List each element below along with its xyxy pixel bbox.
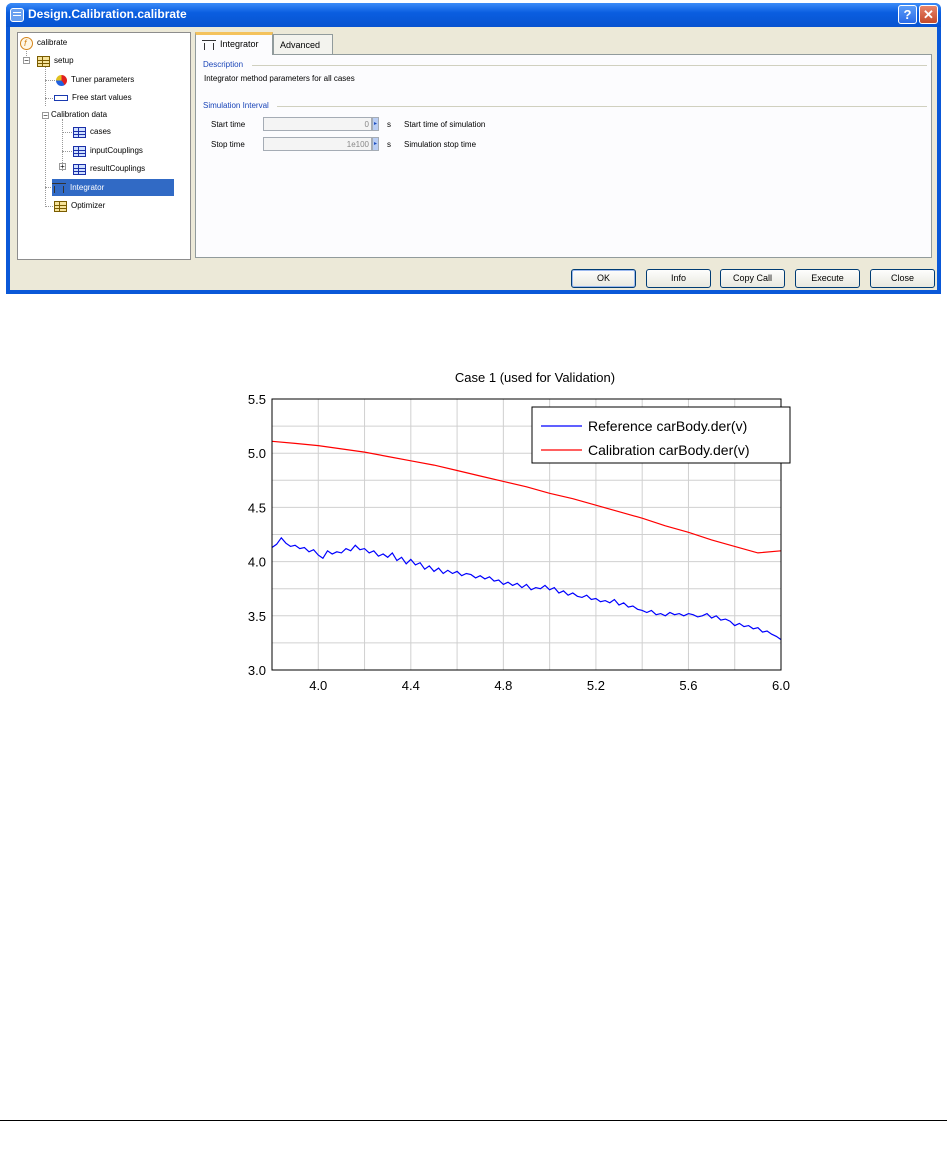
tree-item-calibration-data[interactable]: Calibration data xyxy=(49,108,109,122)
group-separator xyxy=(252,65,927,66)
chart-title: Case 1 (used for Validation) xyxy=(455,370,615,385)
ok-button[interactable]: OK xyxy=(571,269,636,288)
tree-item-label: calibrate xyxy=(37,38,68,47)
tree-item-label: setup xyxy=(54,56,74,65)
integrator-panel: Description Integrator method parameters… xyxy=(195,54,932,258)
tree-item-result-couplings[interactable]: resultCouplings xyxy=(73,162,147,176)
close-button[interactable]: Close xyxy=(870,269,935,288)
calibrate-dialog: Design.Calibration.calibrate ? ✕ calibra… xyxy=(6,3,941,294)
collapse-icon[interactable]: − xyxy=(42,112,49,120)
tree-item-setup[interactable]: setup xyxy=(37,54,76,68)
description-text: Integrator method parameters for all cas… xyxy=(204,74,355,83)
tree-item-label: resultCouplings xyxy=(90,164,146,173)
tab-advanced[interactable]: Advanced xyxy=(273,34,333,55)
y-tick-label: 5.5 xyxy=(248,392,266,407)
tree-item-label: Free start values xyxy=(72,93,132,102)
stop-time-input[interactable]: 1e100 xyxy=(263,137,372,151)
tree-item-label: inputCouplings xyxy=(90,146,143,155)
tab-integrator[interactable]: Integrator xyxy=(195,32,273,55)
tree-item-input-couplings[interactable]: inputCouplings xyxy=(73,144,145,158)
start-values-icon xyxy=(54,95,68,101)
tree-item-label: cases xyxy=(90,127,111,136)
start-time-input[interactable]: 0 xyxy=(263,117,372,131)
start-time-unit: s xyxy=(387,120,391,129)
validation-chart: Case 1 (used for Validation) 4.0 4.4 4.8 5.… xyxy=(225,365,795,705)
y-tick-label: 3.5 xyxy=(248,609,266,624)
stop-time-label: Stop time xyxy=(211,140,245,149)
y-tick-label: 5.0 xyxy=(248,446,266,461)
group-separator xyxy=(277,106,927,107)
stop-time-unit: s xyxy=(387,140,391,149)
dialog-client-area: calibrate − setup Tuner parameters Free … xyxy=(10,27,937,290)
x-tick-label: 4.4 xyxy=(402,678,420,693)
tree-line xyxy=(45,65,46,106)
table-icon xyxy=(73,145,86,157)
dialog-icon xyxy=(10,8,24,22)
tab-label: Integrator xyxy=(220,39,259,49)
execute-button[interactable]: Execute xyxy=(795,269,860,288)
expand-icon[interactable]: + xyxy=(59,163,66,171)
window-close-button[interactable]: ✕ xyxy=(919,5,938,24)
collapse-icon[interactable]: − xyxy=(23,57,30,65)
tree-item-label: Tuner parameters xyxy=(71,75,135,84)
chart-series xyxy=(271,440,782,641)
tree-item-cases[interactable]: cases xyxy=(73,125,113,139)
tuner-icon xyxy=(56,74,67,86)
tree-item-label: Calibration data xyxy=(51,110,108,119)
legend-label: Reference carBody.der(v) xyxy=(588,418,747,434)
tab-label: Advanced xyxy=(280,40,321,50)
record-icon xyxy=(54,200,67,212)
y-tick-label: 4.0 xyxy=(248,555,266,570)
start-time-menu-button[interactable]: ▸ xyxy=(372,117,379,131)
integrator-icon xyxy=(52,182,66,193)
x-tick-label: 5.2 xyxy=(587,678,605,693)
tree-item-label: Optimizer xyxy=(71,201,106,210)
tree-item-integrator[interactable]: Integrator xyxy=(52,179,174,197)
table-icon xyxy=(73,126,86,138)
info-button[interactable]: Info xyxy=(646,269,711,288)
page-divider xyxy=(0,1120,947,1121)
chart-legend: Reference carBody.der(v) Calibration carB… xyxy=(531,406,791,464)
tree-line xyxy=(45,117,46,205)
parameter-tree[interactable]: calibrate − setup Tuner parameters Free … xyxy=(17,32,191,260)
tree-item-tuner-parameters[interactable]: Tuner parameters xyxy=(56,73,136,87)
integrator-icon xyxy=(202,39,216,50)
y-tick-label: 4.5 xyxy=(248,500,266,515)
x-tick-label: 6.0 xyxy=(772,678,790,693)
tree-item-label: Integrator xyxy=(68,179,107,197)
tree-item-free-start-values[interactable]: Free start values xyxy=(54,91,134,105)
x-tick-label: 4.0 xyxy=(309,678,327,693)
tree-line xyxy=(45,206,53,207)
window-title: Design.Calibration.calibrate xyxy=(28,7,187,21)
stop-time-menu-button[interactable]: ▸ xyxy=(372,137,379,151)
y-tick-label: 3.0 xyxy=(248,663,266,678)
description-heading: Description xyxy=(203,60,244,69)
x-tick-label: 5.6 xyxy=(679,678,697,693)
help-button[interactable]: ? xyxy=(898,5,917,24)
table-icon xyxy=(73,163,86,175)
stop-time-description: Simulation stop time xyxy=(404,140,477,149)
copy-call-button[interactable]: Copy Call xyxy=(720,269,785,288)
record-icon xyxy=(37,55,50,67)
start-time-description: Start time of simulation xyxy=(404,120,486,129)
legend-label: Calibration carBody.der(v) xyxy=(588,442,750,458)
title-bar[interactable]: Design.Calibration.calibrate ? ✕ xyxy=(6,3,941,27)
start-time-label: Start time xyxy=(211,120,246,129)
tree-item-optimizer[interactable]: Optimizer xyxy=(54,199,107,213)
tree-item-calibrate[interactable]: calibrate xyxy=(20,36,69,50)
chart-canvas: Case 1 (used for Validation) 4.0 4.4 4.8 5.… xyxy=(248,370,791,693)
x-tick-label: 4.8 xyxy=(494,678,512,693)
function-icon xyxy=(20,36,33,50)
simulation-interval-heading: Simulation Interval xyxy=(203,101,269,110)
